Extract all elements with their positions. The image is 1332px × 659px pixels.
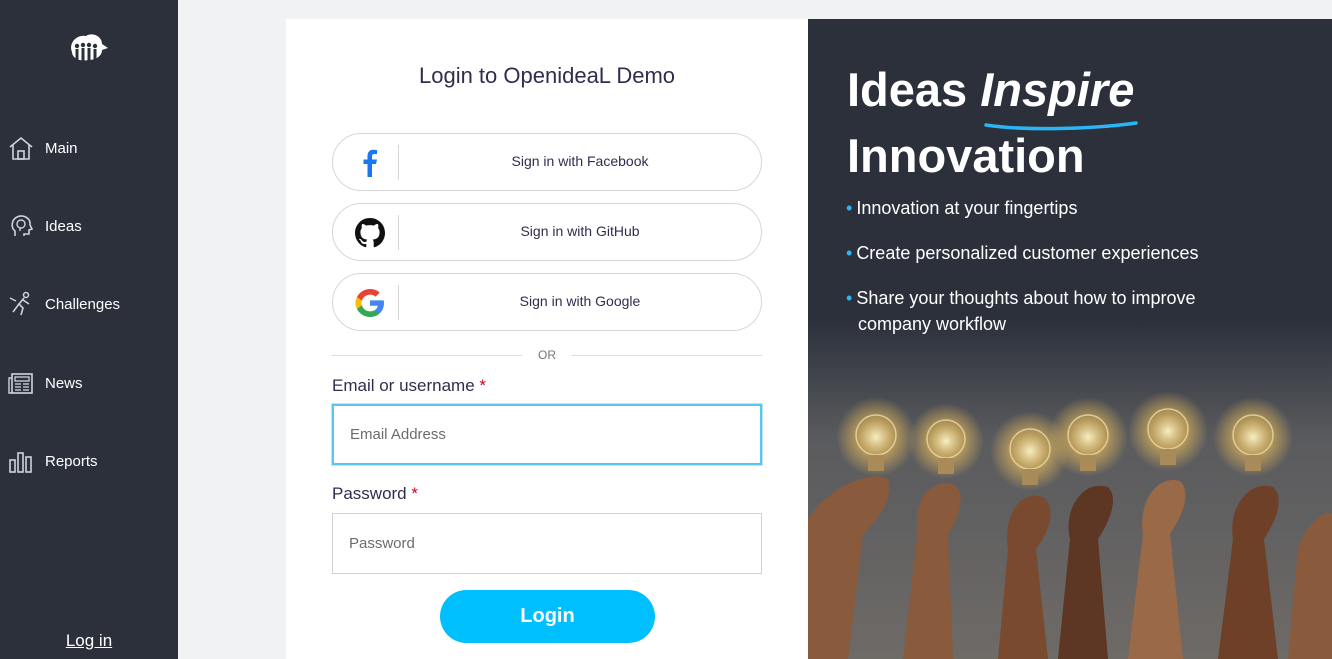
home-icon (9, 136, 33, 160)
hero-title-line2: Innovation (847, 129, 1085, 182)
hands-holding-lightbulbs-image (808, 319, 1332, 659)
hero-title-word2: Inspire (980, 63, 1135, 116)
bullet-dot: • (846, 288, 853, 308)
sidebar-item-label: Reports (45, 452, 98, 470)
login-button[interactable]: Login (440, 590, 655, 643)
bullet-dot: • (846, 198, 853, 218)
password-field[interactable] (332, 513, 762, 574)
required-asterisk: * (411, 484, 418, 503)
log-in-link[interactable]: Log in (0, 631, 178, 651)
password-label-text: Password (332, 484, 407, 503)
hero-title-word1: Ideas (847, 63, 968, 116)
facebook-signin-button[interactable]: Sign in with Facebook (332, 133, 762, 191)
sidebar-item-challenges[interactable]: Challenges (0, 284, 178, 324)
sidebar-item-label: News (45, 374, 83, 392)
github-icon (355, 218, 385, 248)
bullet-dot: • (846, 243, 853, 263)
hero-bullet-text: Share your thoughts about how to improve (856, 288, 1196, 308)
sidebar-item-label: Main (45, 139, 78, 157)
hero-bullet-text: Create personalized customer experiences (856, 243, 1199, 263)
github-signin-label: Sign in with GitHub (520, 223, 640, 239)
google-signin-button[interactable]: Sign in with Google (332, 273, 762, 331)
bar-chart-icon (9, 452, 32, 473)
facebook-signin-label: Sign in with Facebook (511, 153, 649, 169)
sidebar-item-label: Challenges (45, 295, 121, 313)
password-label: Password * (332, 484, 418, 504)
github-signin-button[interactable]: Sign in with GitHub (332, 203, 762, 261)
facebook-icon (363, 149, 377, 177)
google-icon (355, 289, 384, 317)
hero-title-line1: Ideas Inspire (847, 61, 1134, 119)
hero-bullet: • Create personalized customer experience… (846, 240, 1199, 266)
openideal-logo-icon[interactable] (66, 30, 110, 64)
sidebar-item-main[interactable]: Main (0, 128, 178, 168)
google-signin-label: Sign in with Google (519, 293, 641, 309)
challenge-runner-icon (9, 291, 30, 316)
lightbulb-head-icon (11, 215, 34, 236)
newspaper-icon (8, 373, 33, 394)
or-divider: OR (332, 348, 762, 362)
hero-bullet: • Share your thoughts about how to improv… (846, 285, 1196, 337)
sidebar-item-reports[interactable]: Reports (0, 441, 178, 481)
email-label-text: Email or username (332, 376, 475, 395)
email-label: Email or username * (332, 376, 486, 396)
required-asterisk: * (479, 376, 487, 395)
hero-bullet: • Innovation at your fingertips (846, 195, 1077, 221)
email-field[interactable] (332, 404, 762, 465)
login-form-panel: Login to OpenideaL Demo Sign in with Fac… (286, 19, 808, 659)
sidebar: Main Ideas Challenges News Reports Log i… (0, 0, 178, 659)
hero-bullet-text: Innovation at your fingertips (856, 198, 1078, 218)
sidebar-item-news[interactable]: News (0, 363, 178, 403)
divider-line (572, 355, 762, 356)
hero-bullet-continuation: company workflow (858, 314, 1007, 334)
sidebar-item-label: Ideas (45, 217, 82, 235)
hero-panel: Ideas Inspire Innovation • Innovation at … (808, 19, 1332, 659)
sidebar-item-ideas[interactable]: Ideas (0, 206, 178, 246)
page-title: Login to OpenideaL Demo (418, 63, 676, 88)
